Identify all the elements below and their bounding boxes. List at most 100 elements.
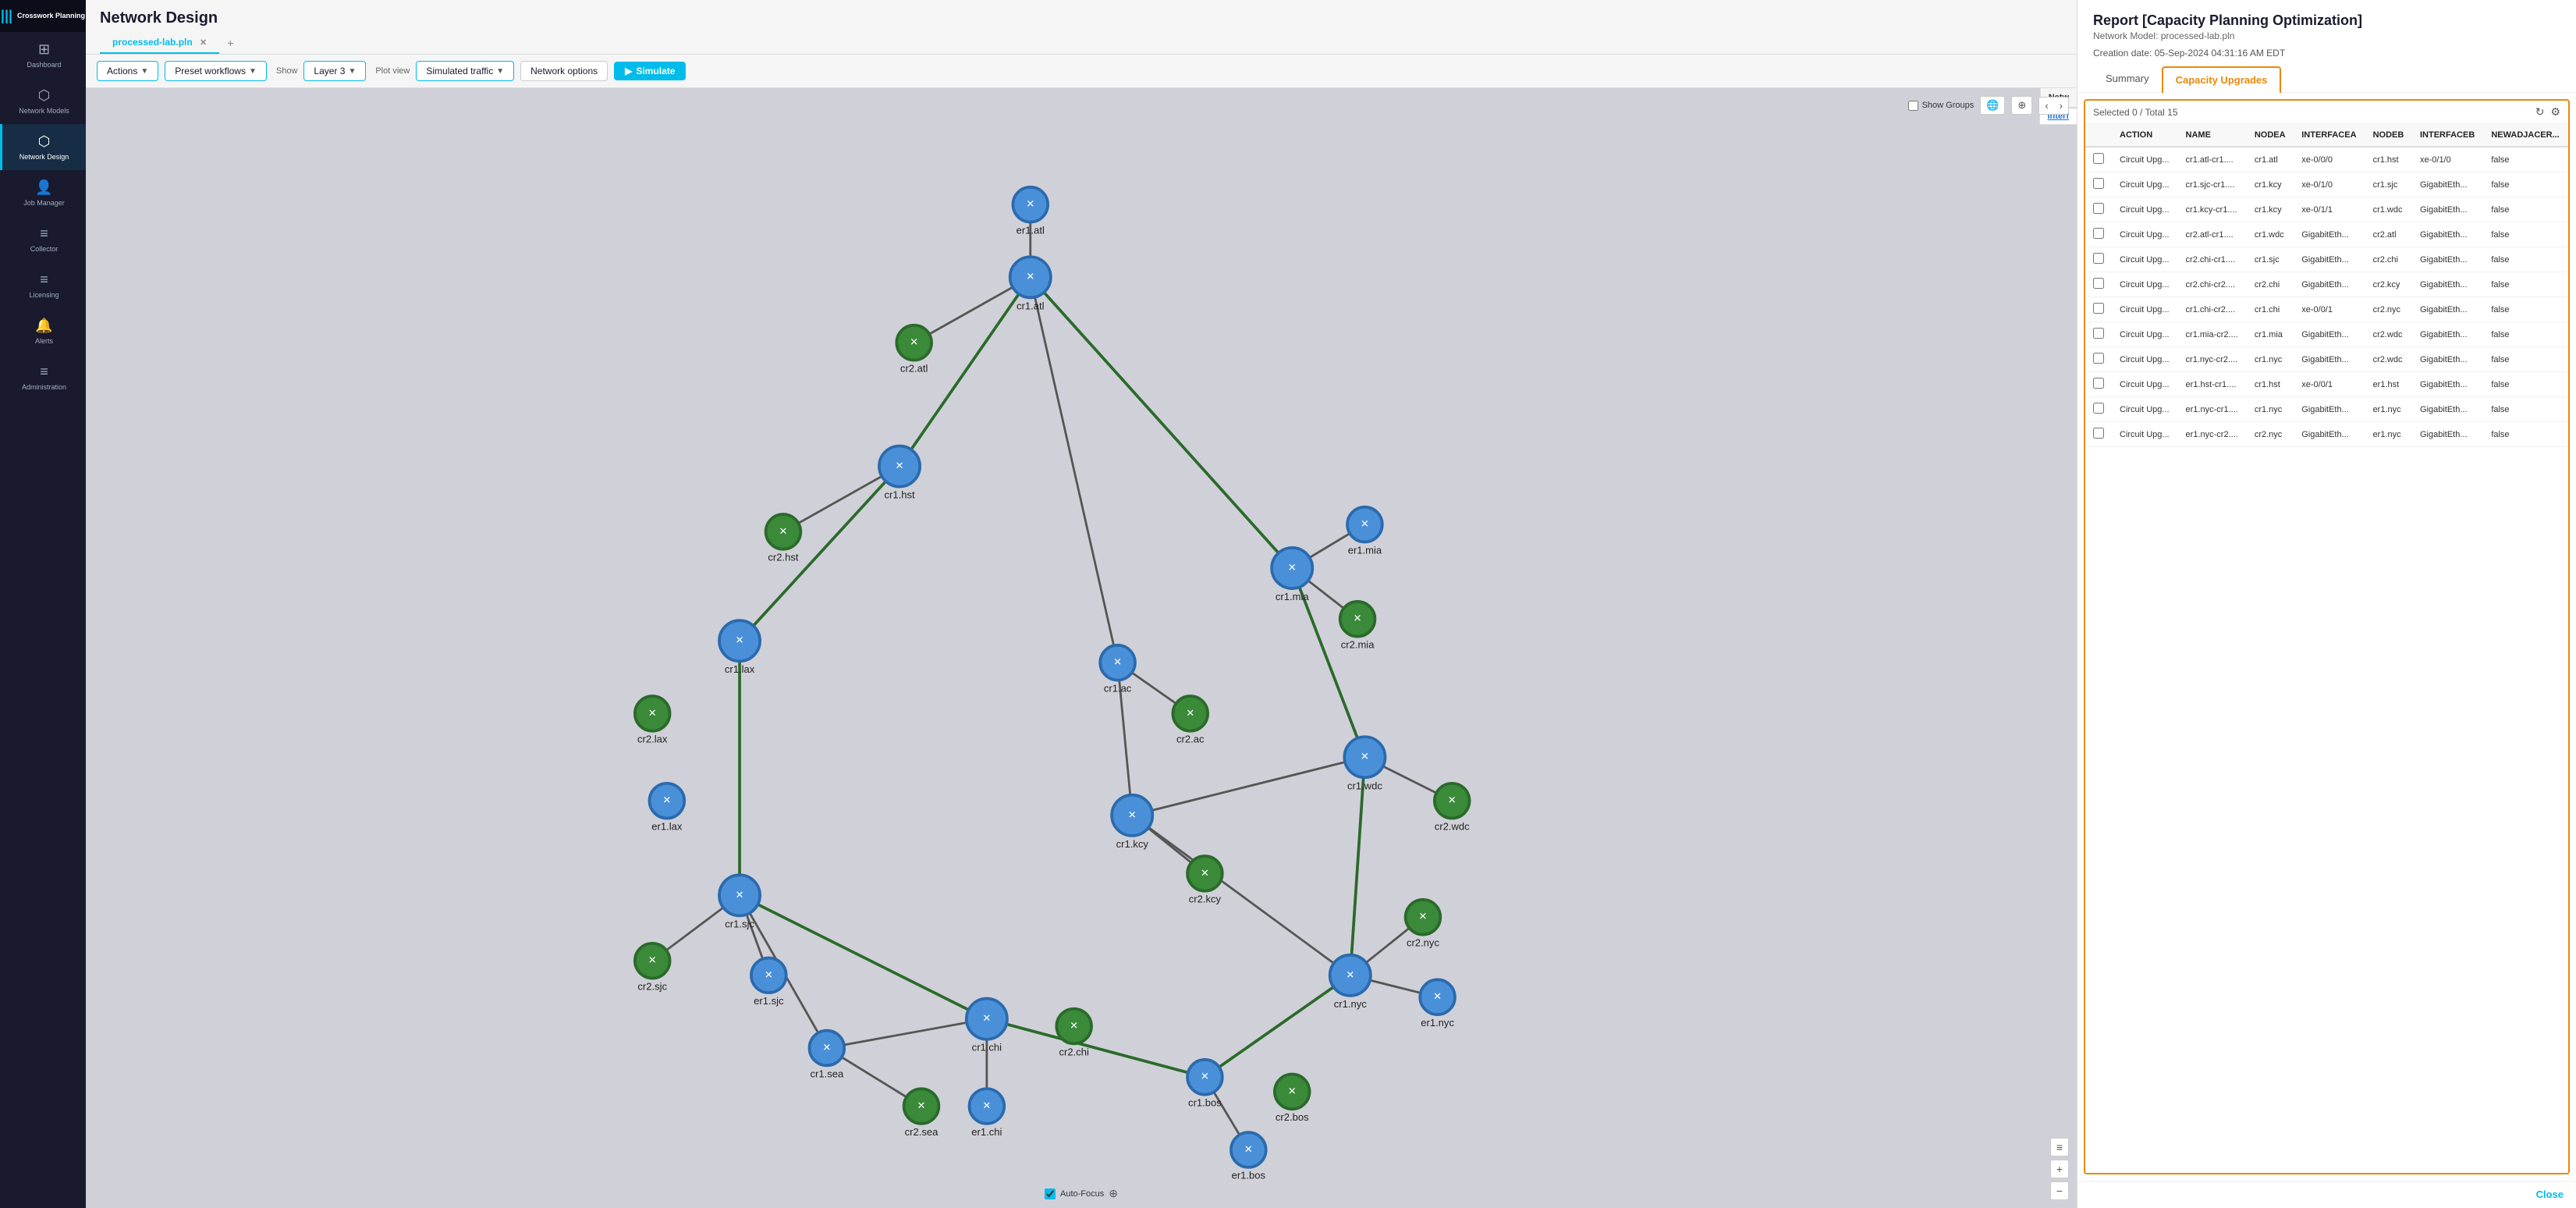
node-er1-lax[interactable]: ✕ er1.lax xyxy=(650,783,685,833)
sidebar-item-licensing[interactable]: ≡ Licensing xyxy=(0,262,86,308)
node-cr1-mia[interactable]: ✕ cr1.mia xyxy=(1272,548,1312,602)
show-groups-checkbox[interactable] xyxy=(1908,101,1918,111)
row-checkbox-cell[interactable] xyxy=(2085,322,2112,347)
row-checkbox-cell[interactable] xyxy=(2085,172,2112,197)
layer-button[interactable]: Layer 3 ▼ xyxy=(303,61,366,81)
table-row[interactable]: Circuit Upg... cr1.chi-cr2.... cr1.chi x… xyxy=(2085,297,2568,322)
node-cr2-nyc[interactable]: ✕ cr2.nyc xyxy=(1406,900,1441,949)
node-cr1-bos[interactable]: ✕ cr1.bos xyxy=(1187,1060,1222,1109)
node-cr2-sjc[interactable]: ✕ cr2.sjc xyxy=(635,943,670,993)
close-button[interactable]: Close xyxy=(2536,1188,2564,1200)
tab-capacity-upgrades[interactable]: Capacity Upgrades xyxy=(2162,66,2282,93)
node-cr2-sea[interactable]: ✕ cr2.sea xyxy=(904,1089,939,1138)
sidebar-item-network-models[interactable]: ⬡ Network Models xyxy=(0,78,86,124)
node-cr2-chi[interactable]: ✕ cr2.chi xyxy=(1056,1009,1091,1058)
table-row[interactable]: Circuit Upg... er1.hst-cr1.... cr1.hst x… xyxy=(2085,372,2568,397)
row-checkbox-cell[interactable] xyxy=(2085,247,2112,272)
table-row[interactable]: Circuit Upg... er1.nyc-cr2.... cr2.nyc G… xyxy=(2085,422,2568,447)
row-checkbox-cell[interactable] xyxy=(2085,147,2112,172)
row-checkbox-cell[interactable] xyxy=(2085,372,2112,397)
sidebar-item-alerts[interactable]: 🔔 Alerts xyxy=(0,308,86,354)
table-row[interactable]: Circuit Upg... cr1.nyc-cr2.... cr1.nyc G… xyxy=(2085,347,2568,372)
actions-button[interactable]: Actions ▼ xyxy=(97,61,158,81)
node-cr2-kcy[interactable]: ✕ cr2.kcy xyxy=(1187,856,1222,905)
table-row[interactable]: Circuit Upg... er1.nyc-cr1.... cr1.nyc G… xyxy=(2085,397,2568,422)
node-cr1-hst[interactable]: ✕ cr1.hst xyxy=(879,446,920,500)
node-cr1-kcy[interactable]: ✕ cr1.kcy xyxy=(1112,795,1152,850)
table-scroll[interactable]: ACTION NAME NODEA INTERFACEA NODEB INTER… xyxy=(2085,124,2568,1173)
node-er1-chi[interactable]: ✕ er1.chi xyxy=(970,1089,1005,1138)
node-cr2-wdc[interactable]: ✕ cr2.wdc xyxy=(1435,783,1470,833)
node-cr2-hst[interactable]: ✕ cr2.hst xyxy=(766,514,801,563)
node-cr2-lax[interactable]: ✕ cr2.lax xyxy=(635,696,670,745)
row-checkbox[interactable] xyxy=(2093,153,2104,164)
row-checkbox[interactable] xyxy=(2093,428,2104,439)
simulate-button[interactable]: ▶ Simulate xyxy=(614,62,686,80)
node-er1-atl[interactable]: ✕ er1.atl xyxy=(1013,187,1048,236)
node-cr2-ac[interactable]: ✕ cr2.ac xyxy=(1173,696,1208,745)
show-groups-label[interactable]: Show Groups xyxy=(1908,101,1975,111)
row-checkbox-cell[interactable] xyxy=(2085,222,2112,247)
row-checkbox-cell[interactable] xyxy=(2085,197,2112,222)
node-er1-nyc[interactable]: ✕ er1.nyc xyxy=(1420,979,1455,1029)
sidebar-item-administration[interactable]: ≡ Administration xyxy=(0,354,86,400)
row-checkbox-cell[interactable] xyxy=(2085,272,2112,297)
node-cr1-atl[interactable]: ✕ cr1.atl xyxy=(1010,257,1051,311)
row-checkbox[interactable] xyxy=(2093,353,2104,364)
tab-summary[interactable]: Summary xyxy=(2093,66,2162,92)
topology-icon-button[interactable]: ⊕ xyxy=(2011,96,2032,115)
table-row[interactable]: Circuit Upg... cr1.sjc-cr1.... cr1.kcy x… xyxy=(2085,172,2568,197)
row-checkbox[interactable] xyxy=(2093,253,2104,264)
table-row[interactable]: Circuit Upg... cr1.kcy-cr1.... cr1.kcy x… xyxy=(2085,197,2568,222)
table-row[interactable]: Circuit Upg... cr2.chi-cr2.... cr2.chi G… xyxy=(2085,272,2568,297)
settings-icon-button[interactable]: ⚙ xyxy=(2550,105,2560,119)
simulated-traffic-button[interactable]: Simulated traffic ▼ xyxy=(416,61,514,81)
sidebar-item-job-manager[interactable]: 👤 Job Manager xyxy=(0,170,86,216)
network-options-button[interactable]: Network options xyxy=(520,61,608,81)
table-row[interactable]: Circuit Upg... cr1.mia-cr2.... cr1.mia G… xyxy=(2085,322,2568,347)
node-cr1-sea[interactable]: ✕ cr1.sea xyxy=(810,1031,845,1080)
table-row[interactable]: Circuit Upg... cr1.atl-cr1.... cr1.atl x… xyxy=(2085,147,2568,172)
row-checkbox-cell[interactable] xyxy=(2085,422,2112,447)
row-checkbox-cell[interactable] xyxy=(2085,297,2112,322)
table-row[interactable]: Circuit Upg... cr2.chi-cr1.... cr1.sjc G… xyxy=(2085,247,2568,272)
row-checkbox-cell[interactable] xyxy=(2085,347,2112,372)
row-checkbox[interactable] xyxy=(2093,328,2104,339)
list-icon-button[interactable]: ≡ xyxy=(2050,1138,2069,1156)
zoom-out-button[interactable]: − xyxy=(2050,1181,2069,1200)
node-cr1-ac[interactable]: ✕ cr1.ac xyxy=(1100,645,1135,695)
node-er1-bos[interactable]: ✕ er1.bos xyxy=(1231,1132,1266,1181)
node-cr2-bos[interactable]: ✕ cr2.bos xyxy=(1275,1075,1310,1124)
tab-close-icon[interactable]: ✕ xyxy=(200,38,207,48)
row-checkbox[interactable] xyxy=(2093,203,2104,214)
node-cr1-lax[interactable]: ✕ cr1.lax xyxy=(719,620,760,675)
sidebar-item-dashboard[interactable]: ⊞ Dashboard xyxy=(0,32,86,78)
auto-focus-checkbox[interactable] xyxy=(1045,1188,1056,1199)
node-er1-sjc[interactable]: ✕ er1.sjc xyxy=(751,958,786,1007)
refresh-icon-button[interactable]: ↻ xyxy=(2535,105,2545,119)
tab-add-button[interactable]: + xyxy=(219,32,241,54)
node-er1-mia[interactable]: ✕ er1.mia xyxy=(1347,507,1382,556)
node-cr1-sjc[interactable]: ✕ cr1.sjc xyxy=(719,875,760,929)
row-checkbox[interactable] xyxy=(2093,403,2104,414)
row-checkbox[interactable] xyxy=(2093,303,2104,314)
zoom-in-button[interactable]: + xyxy=(2050,1160,2069,1178)
row-checkbox-cell[interactable] xyxy=(2085,397,2112,422)
sidebar-item-collector[interactable]: ≡ Collector xyxy=(0,216,86,262)
node-cr2-mia[interactable]: ✕ cr2.mia xyxy=(1340,602,1375,651)
prev-button[interactable]: ‹ xyxy=(2039,98,2053,114)
row-checkbox[interactable] xyxy=(2093,378,2104,389)
row-checkbox[interactable] xyxy=(2093,278,2104,289)
node-cr1-wdc[interactable]: ✕ cr1.wdc xyxy=(1344,737,1385,791)
globe-icon-button[interactable]: 🌐 xyxy=(1980,96,2005,115)
preset-workflows-button[interactable]: Preset workflows ▼ xyxy=(165,61,267,81)
row-checkbox[interactable] xyxy=(2093,228,2104,239)
node-cr2-atl[interactable]: ✕ cr2.atl xyxy=(896,325,931,375)
sidebar-item-network-design[interactable]: ⬡ Network Design xyxy=(0,124,86,170)
node-cr1-nyc[interactable]: ✕ cr1.nyc xyxy=(1330,955,1371,1010)
row-checkbox[interactable] xyxy=(2093,178,2104,189)
move-icon-button[interactable]: ⊕ xyxy=(1109,1187,1118,1200)
table-row[interactable]: Circuit Upg... cr2.atl-cr1.... cr1.wdc G… xyxy=(2085,222,2568,247)
node-cr1-chi[interactable]: ✕ cr1.chi xyxy=(967,999,1007,1053)
tab-processed-lab[interactable]: processed-lab.pln ✕ xyxy=(100,32,219,54)
